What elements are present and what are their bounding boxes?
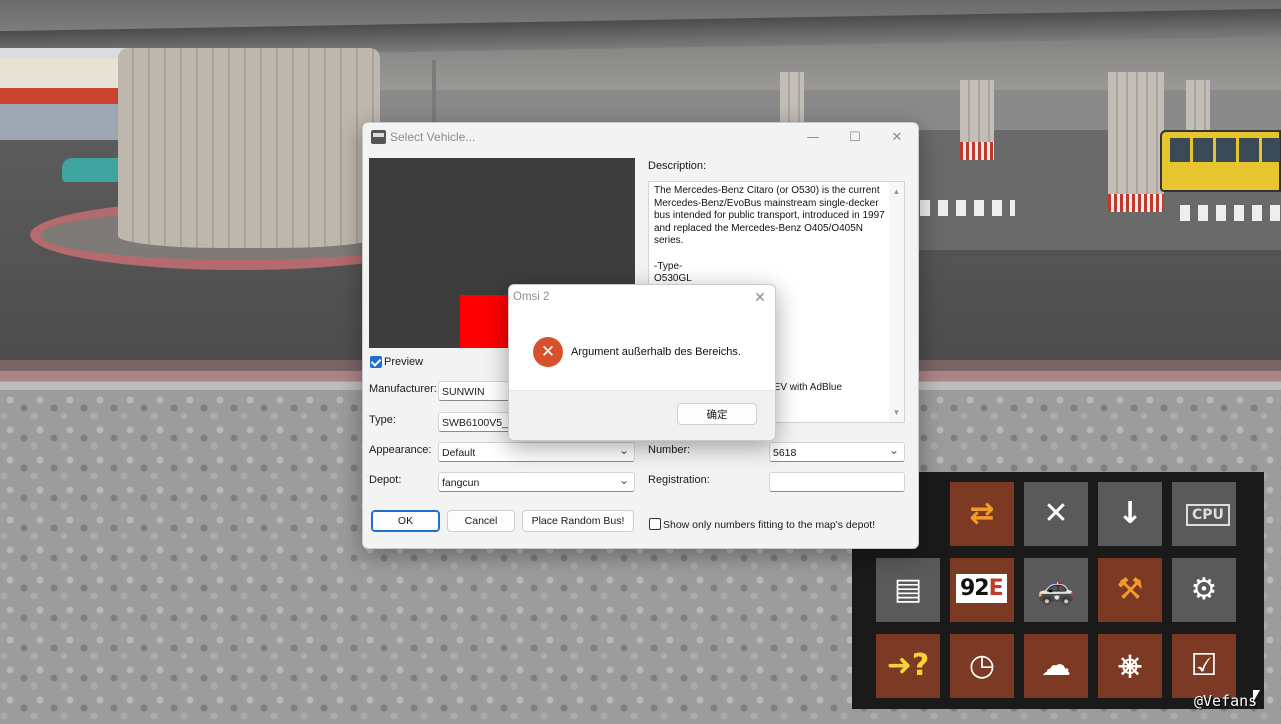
ok-button[interactable]: OK bbox=[371, 510, 440, 532]
description-text-fragment: EEV with AdBlue bbox=[767, 382, 843, 393]
confirm-button[interactable]: 确定 bbox=[677, 403, 757, 425]
watermark: @Vefans bbox=[1194, 692, 1258, 710]
appearance-label: Appearance: bbox=[369, 444, 432, 456]
number-select[interactable]: 5618 bbox=[769, 442, 905, 462]
concrete-pillar bbox=[1108, 72, 1164, 212]
swap-bus-icon[interactable]: ⇄ bbox=[950, 482, 1014, 546]
description-text: The Mercedes-Benz Citaro (or O530) is th… bbox=[654, 185, 885, 285]
window-title: Select Vehicle... bbox=[390, 130, 476, 144]
concrete-pillar bbox=[960, 80, 994, 160]
minimize-button[interactable]: — bbox=[790, 123, 836, 151]
ticket-printer-icon[interactable]: ▤ bbox=[876, 558, 940, 622]
scroll-up-icon[interactable]: ▲ bbox=[891, 186, 902, 197]
police-car-icon[interactable]: 🚓 bbox=[1024, 558, 1088, 622]
error-message: Argument außerhalb des Bereichs. bbox=[571, 346, 741, 358]
crosswalk bbox=[1180, 205, 1281, 221]
crosswalk bbox=[920, 200, 1015, 216]
registration-label: Registration: bbox=[648, 474, 710, 486]
show-only-depot-checkbox[interactable] bbox=[649, 518, 661, 530]
cpu-bus-icon[interactable]: CPU bbox=[1172, 482, 1236, 546]
depot-label: Depot: bbox=[369, 474, 402, 486]
route-number-icon[interactable]: 92E bbox=[950, 558, 1014, 622]
type-label: Type: bbox=[369, 414, 396, 426]
dialog-footer: 确定 bbox=[509, 390, 775, 440]
omsi-app-icon bbox=[371, 130, 386, 144]
preview-label: Preview bbox=[384, 356, 424, 368]
maximize-button[interactable]: ☐ bbox=[832, 123, 878, 151]
scroll-down-icon[interactable]: ▼ bbox=[891, 407, 902, 418]
description-label: Description: bbox=[648, 160, 707, 172]
concrete-pillar-large bbox=[118, 48, 380, 248]
route-number-letter: E bbox=[988, 576, 1004, 601]
depot-value: fangcun bbox=[442, 477, 480, 489]
preview-render-artifact bbox=[460, 295, 510, 348]
help-arrow-icon[interactable]: ➜? bbox=[876, 634, 940, 698]
description-scrollbar[interactable]: ▲ ▼ bbox=[889, 182, 904, 422]
number-label: Number: bbox=[648, 444, 691, 456]
manufacturer-value: SUNWIN bbox=[442, 386, 485, 398]
mouse-cursor-icon bbox=[1253, 690, 1260, 702]
number-value: 5618 bbox=[773, 447, 797, 459]
show-only-depot-label: Show only numbers fitting to the map's d… bbox=[663, 519, 876, 531]
titlebar[interactable]: Select Vehicle... — ☐ ✕ bbox=[363, 123, 918, 151]
ticket-machine-icon[interactable]: ⚙ bbox=[1172, 558, 1236, 622]
route-number-digits: 92 bbox=[960, 576, 990, 601]
remove-bus-icon[interactable]: ✕ bbox=[1024, 482, 1088, 546]
cancel-button[interactable]: Cancel bbox=[447, 510, 515, 532]
weather-icon[interactable]: ☁ bbox=[1024, 634, 1088, 698]
preview-checkbox[interactable] bbox=[370, 356, 382, 368]
appearance-value: Default bbox=[442, 447, 476, 459]
clock-icon[interactable]: ◷ bbox=[950, 634, 1014, 698]
error-dialog-title: Omsi 2 bbox=[513, 291, 550, 303]
repair-tools-icon[interactable]: ⚒ bbox=[1098, 558, 1162, 622]
close-button[interactable]: ✕ bbox=[743, 285, 777, 311]
yellow-bus bbox=[1160, 130, 1281, 192]
appearance-select[interactable]: Default bbox=[438, 442, 635, 462]
error-icon: ✕ bbox=[533, 337, 563, 367]
close-button[interactable]: ✕ bbox=[874, 123, 920, 151]
manufacturer-label: Manufacturer: bbox=[369, 383, 437, 395]
street-lamp bbox=[432, 60, 436, 130]
despawn-bus-icon[interactable]: ↓ bbox=[1098, 482, 1162, 546]
driver-cab-icon[interactable]: ⎈ bbox=[1098, 634, 1162, 698]
error-dialog: Omsi 2 ✕ ✕ Argument außerhalb des Bereic… bbox=[508, 284, 776, 441]
concrete-pillar bbox=[1186, 80, 1210, 135]
timetable-person-icon[interactable]: ☑ bbox=[1172, 634, 1236, 698]
place-random-bus-button[interactable]: Place Random Bus! bbox=[522, 510, 634, 532]
depot-select[interactable]: fangcun bbox=[438, 472, 635, 492]
registration-input[interactable] bbox=[769, 472, 905, 492]
